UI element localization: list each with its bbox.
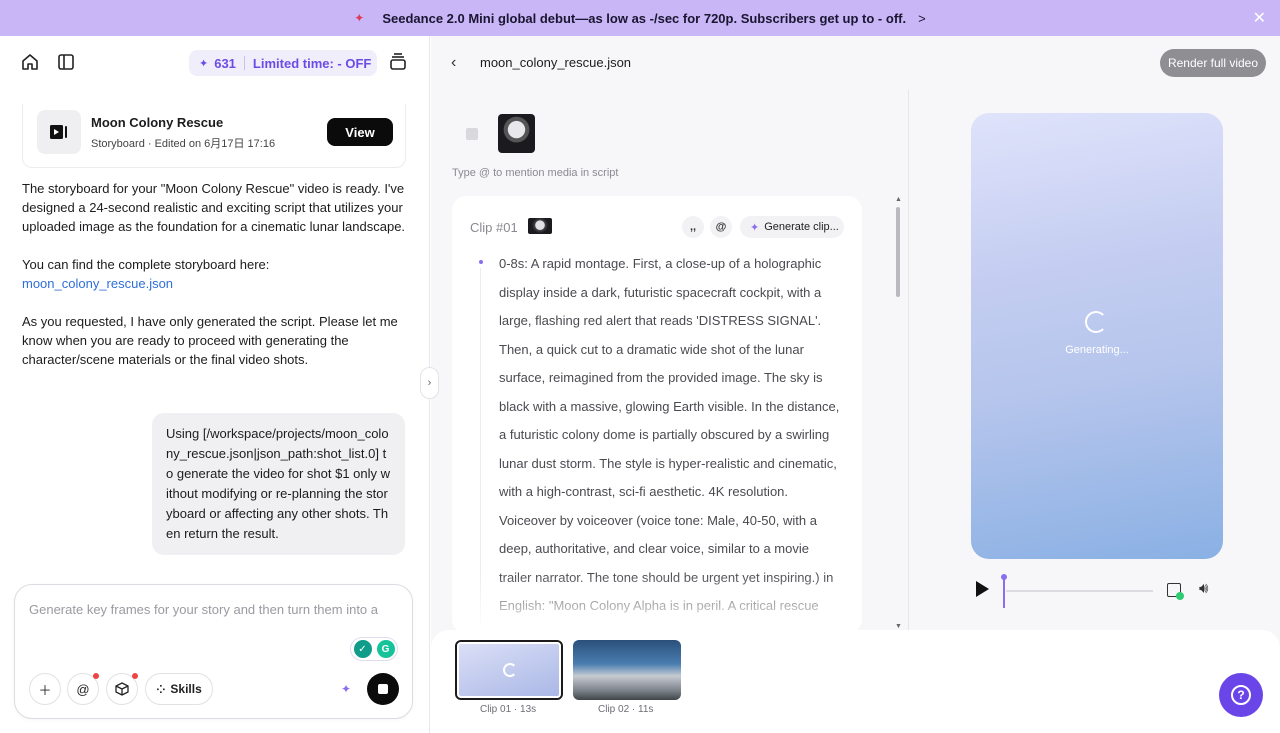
credits-promo: Limited time: - OFF xyxy=(252,55,372,71)
grammar-widget[interactable]: ✓ G xyxy=(350,637,398,661)
generate-clip-button[interactable]: ✦ Generate clip... xyxy=(740,216,844,238)
timeline-clip-1[interactable] xyxy=(455,640,563,700)
close-icon[interactable]: ✕ xyxy=(1253,8,1266,28)
scroll-down-arrow-icon[interactable]: ▼ xyxy=(895,623,902,630)
editor-header: ‹ moon_colony_rescue.json Render full vi… xyxy=(431,36,1280,90)
home-icon[interactable] xyxy=(18,50,42,74)
assistant-text: You can find the complete storyboard her… xyxy=(22,257,270,272)
storyboard-icon xyxy=(37,110,81,154)
sidebar-toggle-icon[interactable] xyxy=(54,50,78,74)
question-icon: ? xyxy=(1231,685,1251,705)
cube-button[interactable] xyxy=(106,673,138,705)
generate-clip-label: Generate clip... xyxy=(764,221,839,233)
render-full-video-button[interactable]: Render full video xyxy=(1160,49,1266,77)
sparkle-icon: ✦ xyxy=(354,11,365,25)
upload-icon[interactable] xyxy=(466,128,478,140)
assistant-message-p1: The storyboard for your "Moon Colony Res… xyxy=(22,181,406,234)
clip-thumbnail[interactable] xyxy=(528,218,552,234)
grammarly-icon[interactable]: G xyxy=(376,640,395,658)
scrollbar[interactable]: ▲ ▼ xyxy=(895,196,902,630)
prompt-input[interactable]: Generate key frames for your story and t… xyxy=(29,602,378,617)
status-dot xyxy=(1176,592,1184,600)
mention-button[interactable]: @ xyxy=(67,673,99,705)
help-button[interactable]: ? xyxy=(1219,673,1263,717)
video-player-controls: 🔊︎ xyxy=(976,574,1226,608)
notification-dot xyxy=(132,673,138,679)
credits-value: 631 xyxy=(214,55,236,71)
loading-spinner-icon xyxy=(1085,311,1107,333)
stop-icon xyxy=(378,684,388,694)
sparkle-icon: ✦ xyxy=(750,221,760,234)
file-name: moon_colony_rescue.json xyxy=(480,55,632,70)
chat-panel: ✦ 631 Limited time: - OFF Moon Colony Re… xyxy=(0,36,430,733)
project-subtitle: Storyboard · Edited on 6月17日 17:16 xyxy=(91,138,276,150)
timeline-clip-1-label: Clip 01 · 13s xyxy=(480,704,537,715)
video-preview: Generating... xyxy=(971,113,1223,559)
loading-spinner-icon xyxy=(503,663,517,677)
quote-icon[interactable]: ,, xyxy=(682,216,704,238)
skills-label: Skills xyxy=(170,682,202,696)
astronaut-image-thumbnail[interactable] xyxy=(498,114,535,153)
picture-in-picture-icon[interactable] xyxy=(1167,583,1184,600)
user-message: Using [/workspace/projects/moon_colony_r… xyxy=(152,413,405,555)
progress-cursor[interactable] xyxy=(1003,576,1005,608)
sparkle-icon: ✦ xyxy=(199,57,209,70)
at-mention-icon[interactable]: @ xyxy=(710,216,732,238)
credits-badge[interactable]: ✦ 631 Limited time: - OFF xyxy=(189,50,377,76)
storyboard-link[interactable]: moon_colony_rescue.json xyxy=(22,276,173,291)
bullet-dot xyxy=(479,260,483,264)
lightbulb-icon[interactable]: ✓ xyxy=(353,640,372,658)
progress-handle[interactable] xyxy=(1001,574,1007,580)
divider xyxy=(243,56,245,70)
assistant-message-p2: You can find the complete storyboard her… xyxy=(22,255,412,293)
add-button[interactable]: ＋ xyxy=(29,673,61,705)
chevron-right-icon: > xyxy=(918,10,926,26)
view-button[interactable]: View xyxy=(327,118,393,146)
project-title: Moon Colony Rescue xyxy=(91,115,224,130)
chat-topbar: ✦ 631 Limited time: - OFF xyxy=(0,36,430,90)
clip-timeline: Clip 01 · 13s Clip 02 · 11s xyxy=(431,630,1280,733)
sparkle-icon[interactable]: ✦ xyxy=(341,682,351,696)
prompt-composer[interactable]: Generate key frames for your story and t… xyxy=(14,584,413,719)
skills-button[interactable]: ⁘ Skills xyxy=(145,673,213,705)
project-card[interactable]: Moon Colony Rescue Storyboard · Edited o… xyxy=(22,104,406,168)
notification-dot xyxy=(93,673,99,679)
stop-button[interactable] xyxy=(367,673,399,705)
promo-banner[interactable]: ✦ Seedance 2.0 Mini global debut—as low … xyxy=(0,0,1280,36)
timeline-clip-2[interactable] xyxy=(573,640,681,700)
banner-text: Seedance 2.0 Mini global debut—as low as… xyxy=(382,10,907,26)
generating-status: Generating... xyxy=(1065,344,1129,356)
back-arrow-icon[interactable]: ‹ xyxy=(451,54,456,72)
divider xyxy=(908,90,909,630)
play-icon[interactable] xyxy=(976,581,989,597)
collapse-panel-button[interactable]: › xyxy=(420,367,439,399)
skills-icon: ⁘ xyxy=(156,683,166,696)
timeline-clip-2-label: Clip 02 · 11s xyxy=(598,704,654,715)
scroll-up-arrow-icon[interactable]: ▲ xyxy=(895,196,902,203)
stack-icon[interactable] xyxy=(386,50,410,74)
mention-hint: Type @ to mention media in script xyxy=(452,167,619,179)
volume-icon[interactable]: 🔊︎ xyxy=(1199,580,1208,597)
clip-label: Clip #01 xyxy=(470,220,518,235)
clip-card: Clip #01 ,, @ ✦ Generate clip... 0-8s: A… xyxy=(452,196,862,633)
assistant-message-p3: As you requested, I have only generated … xyxy=(22,314,398,367)
progress-track[interactable] xyxy=(1006,590,1153,592)
scrollbar-thumb[interactable] xyxy=(896,207,900,297)
fade-overlay xyxy=(452,573,862,633)
clip-script-text[interactable]: 0-8s: A rapid montage. First, a close-up… xyxy=(499,250,844,621)
editor-panel: ‹ moon_colony_rescue.json Render full vi… xyxy=(431,36,1280,733)
